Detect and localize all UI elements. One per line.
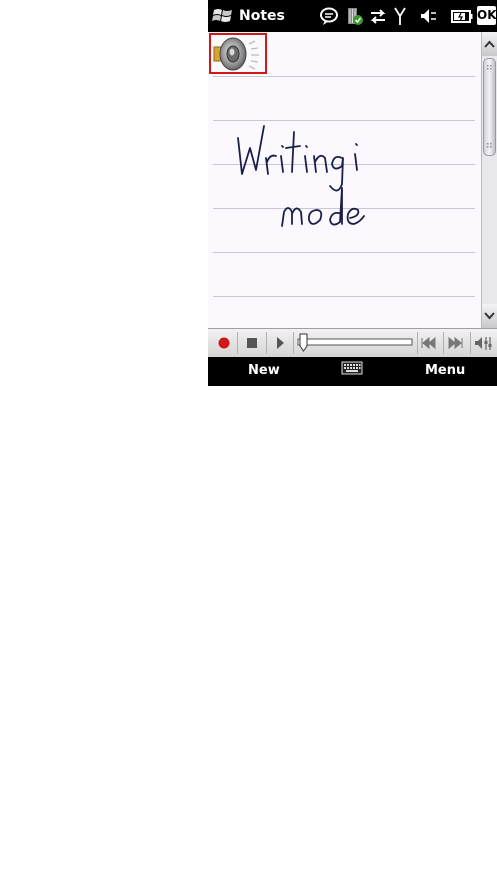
chevron-down-icon — [484, 312, 495, 320]
title-bar: Notes OK — [208, 0, 497, 32]
ruled-line — [213, 76, 475, 77]
vertical-scrollbar[interactable] — [481, 32, 497, 328]
keyboard-icon[interactable] — [341, 361, 363, 375]
toolbar-divider — [293, 332, 294, 354]
speaker-icon — [213, 37, 259, 71]
skip-forward-icon[interactable] — [444, 332, 466, 354]
battery-icon[interactable] — [450, 4, 474, 28]
voice-recording-attachment[interactable] — [209, 33, 267, 74]
playback-position-slider[interactable] — [296, 331, 414, 353]
app-title: Notes — [239, 8, 285, 24]
handwriting-ink — [237, 125, 365, 227]
ruled-line — [213, 252, 475, 253]
note-canvas[interactable] — [208, 32, 481, 328]
softkey-bar: New Menu — [208, 357, 497, 386]
signal-icon[interactable] — [392, 4, 408, 28]
stop-icon[interactable] — [241, 332, 263, 354]
sim-data-icon[interactable] — [346, 4, 364, 28]
scroll-thumb[interactable] — [483, 58, 496, 156]
record-icon[interactable] — [213, 332, 235, 354]
menu-softkey[interactable]: Menu — [425, 363, 465, 378]
ok-button[interactable]: OK — [477, 6, 497, 25]
notification-bubble-icon[interactable] — [318, 4, 340, 28]
start-flag-icon[interactable] — [211, 6, 235, 26]
chevron-up-icon — [484, 40, 495, 48]
new-softkey[interactable]: New — [248, 363, 280, 378]
device-screen: Notes OK New Menu — [208, 0, 497, 386]
volume-muted-icon[interactable] — [418, 4, 438, 28]
volume-icon[interactable] — [472, 332, 494, 354]
ruled-line — [213, 296, 475, 297]
grip-icon — [487, 65, 492, 148]
slider-thumb[interactable] — [299, 333, 308, 352]
skip-back-icon[interactable] — [418, 332, 440, 354]
scroll-down-button[interactable] — [482, 304, 497, 328]
play-icon[interactable] — [269, 332, 291, 354]
toolbar-divider — [470, 332, 471, 354]
toolbar-divider — [237, 332, 238, 354]
connectivity-icon[interactable] — [368, 4, 388, 28]
toolbar-divider — [266, 332, 267, 354]
scroll-up-button[interactable] — [482, 32, 497, 56]
recording-toolbar — [208, 328, 497, 357]
